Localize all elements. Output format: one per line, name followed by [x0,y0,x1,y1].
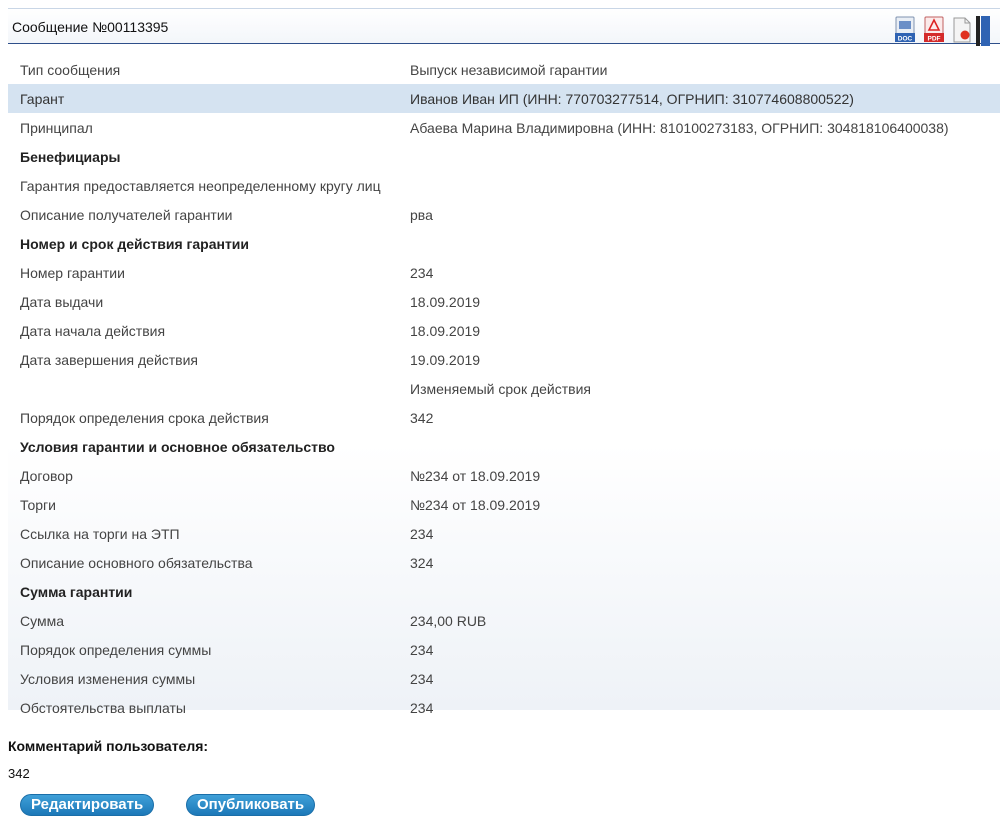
pdf-icon[interactable]: PDF [923,16,945,44]
field-label: Дата начала действия [20,323,166,339]
field-value: 324 [410,555,434,571]
field-value: рва [410,207,433,223]
user-comment-label: Комментарий пользователя: [8,738,209,754]
field-label: Тип сообщения [20,62,121,78]
row-amount-change-conditions: Условия изменения суммы 234 [8,664,1000,693]
field-value: Абаева Марина Владимировна (ИНН: 8101002… [410,120,949,136]
doc-icon-text: DOC [898,36,913,43]
section-number-term: Номер и срок действия гарантии [8,229,1000,258]
edit-button[interactable]: Редактировать [20,794,155,816]
field-value: 19.09.2019 [410,352,481,368]
record-icon[interactable] [951,16,973,44]
field-label: Гарантия предоставляется неопределенному… [20,178,381,194]
row-message-type: Тип сообщения Выпуск независимой гаранти… [8,55,1000,84]
section-conditions: Условия гарантии и основное обязательств… [8,432,1000,461]
publish-button[interactable]: Опубликовать [186,794,316,816]
row-start-date: Дата начала действия 18.09.2019 [8,316,1000,345]
row-tender: Торги №234 от 18.09.2019 [8,490,1000,519]
row-guarantor: Гарант Иванов Иван ИП (ИНН: 770703277514… [8,84,1000,113]
row-issue-date: Дата выдачи 18.09.2019 [8,287,1000,316]
row-recipients-description: Описание получателей гарантии рва [8,200,1000,229]
field-value: 234 [410,265,434,281]
field-value: 18.09.2019 [410,323,481,339]
row-end-date: Дата завершения действия 19.09.2019 [8,345,1000,374]
field-label: Дата выдачи [20,294,104,310]
field-value: 234 [410,526,434,542]
row-principal: Принципал Абаева Марина Владимировна (ИН… [8,113,1000,142]
row-tender-link: Ссылка на торги на ЭТП 234 [8,519,1000,548]
row-obligation-description: Описание основного обязательства 324 [8,548,1000,577]
row-amount-procedure: Порядок определения суммы 234 [8,635,1000,664]
row-variable-term: Изменяемый срок действия [8,374,1000,403]
field-label: Номер гарантии [20,265,125,281]
field-label: Описание получателей гарантии [20,207,233,223]
message-details-panel: Тип сообщения Выпуск независимой гаранти… [8,46,1000,716]
field-value: №234 от 18.09.2019 [410,497,541,513]
field-label: Принципал [20,120,93,136]
field-label: Обстоятельства выплаты [20,700,186,716]
bookmark-icon[interactable] [976,16,990,46]
section-heading: Номер и срок действия гарантии [20,236,250,252]
row-amount: Сумма 234,00 RUB [8,606,1000,635]
field-value: Изменяемый срок действия [410,381,592,397]
row-term-procedure: Порядок определения срока действия 342 [8,403,1000,432]
field-label: Ссылка на торги на ЭТП [20,526,180,542]
user-comment-value: 342 [8,766,30,781]
field-label: Описание основного обязательства [20,555,253,571]
field-value: 342 [410,410,434,426]
section-heading: Условия гарантии и основное обязательств… [20,439,335,455]
field-value: 234 [410,671,434,687]
pdf-icon-text: PDF [928,36,941,43]
field-value: 234 [410,700,434,716]
field-label: Дата завершения действия [20,352,199,368]
field-value: Иванов Иван ИП (ИНН: 770703277514, ОГРНИ… [410,91,854,107]
field-value: 18.09.2019 [410,294,481,310]
section-heading: Бенефициары [20,149,121,165]
field-label: Сумма [20,613,64,629]
message-header: Сообщение №00113395 DOC PDF [8,8,1000,46]
section-amount: Сумма гарантии [8,577,1000,606]
field-label: Порядок определения суммы [20,642,212,658]
field-label: Торги [20,497,56,513]
field-value: №234 от 18.09.2019 [410,468,541,484]
field-value: Выпуск независимой гарантии [410,62,608,78]
row-guarantee-number: Номер гарантии 234 [8,258,1000,287]
doc-icon[interactable]: DOC [894,16,916,44]
field-label: Условия изменения суммы [20,671,196,687]
field-label: Порядок определения срока действия [20,410,269,426]
message-title: Сообщение №00113395 [12,19,169,35]
field-label: Гарант [20,91,65,107]
section-beneficiaries: Бенефициары [8,142,1000,171]
section-heading: Сумма гарантии [20,584,133,600]
field-value: 234,00 RUB [410,613,487,629]
row-indefinite-circle: Гарантия предоставляется неопределенному… [8,171,1000,200]
field-label: Договор [20,468,73,484]
field-value: 234 [410,642,434,658]
row-contract: Договор №234 от 18.09.2019 [8,461,1000,490]
row-payment-circumstances: Обстоятельства выплаты 234 [8,693,1000,722]
